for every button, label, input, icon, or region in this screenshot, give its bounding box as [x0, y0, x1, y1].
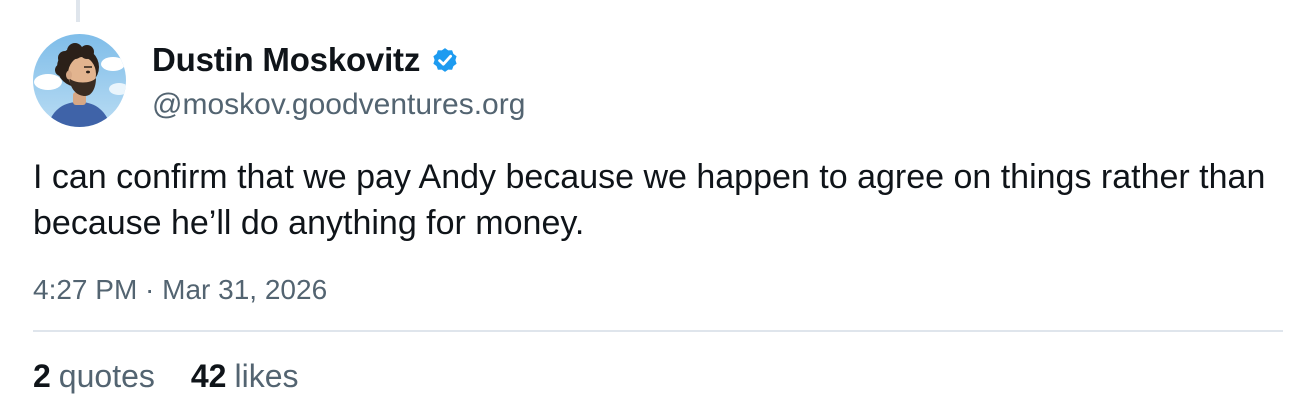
likes-count: 42 [190, 358, 227, 394]
quotes-label: quotes [58, 358, 155, 394]
verified-badge-icon [433, 48, 457, 72]
author-handle[interactable]: @moskov.goodventures.org [152, 86, 525, 124]
quotes-count: 2 [33, 358, 51, 394]
quotes-stat[interactable]: 2 quotes [33, 356, 155, 396]
likes-stat[interactable]: 42 likes [191, 356, 299, 396]
avatar[interactable] [33, 34, 126, 127]
likes-label: likes [234, 358, 299, 394]
post-timestamp[interactable]: 4:27 PM · Mar 31, 2026 [33, 272, 327, 308]
engagement-stats: 2 quotes 42 likes [33, 356, 298, 396]
divider [33, 330, 1283, 332]
author-display-name[interactable]: Dustin Moskovitz [152, 40, 420, 80]
author-header: Dustin Moskovitz [152, 40, 460, 80]
post-text: I can confirm that we pay Andy because w… [33, 158, 1266, 242]
thread-connector-line [76, 0, 80, 22]
avatar-illustration-icon [33, 34, 126, 127]
